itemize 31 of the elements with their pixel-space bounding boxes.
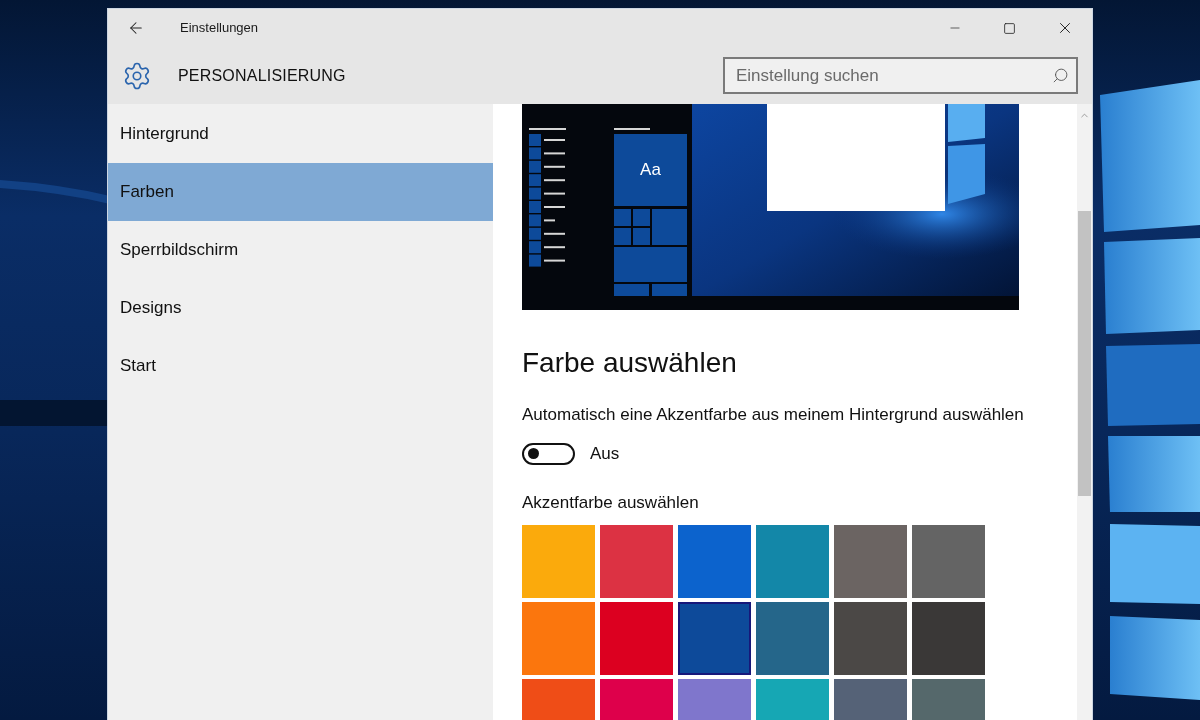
color-swatch[interactable] bbox=[678, 524, 751, 598]
color-swatch[interactable] bbox=[522, 601, 595, 675]
accent-color-label: Akzentfarbe auswählen bbox=[522, 491, 700, 514]
window-title: Einstellungen bbox=[180, 19, 259, 38]
preview-tile: Aa bbox=[614, 134, 687, 206]
color-swatch[interactable] bbox=[756, 524, 829, 598]
sidebar-item[interactable]: Start bbox=[108, 337, 493, 395]
sidebar-item[interactable]: Farben bbox=[108, 163, 493, 221]
auto-accent-toggle[interactable] bbox=[522, 442, 575, 465]
search-field[interactable]: Einstellung suchen bbox=[723, 57, 1078, 94]
color-swatch[interactable] bbox=[912, 524, 985, 598]
color-swatch[interactable] bbox=[834, 601, 907, 675]
color-swatch[interactable] bbox=[600, 601, 673, 675]
settings-icon bbox=[122, 60, 152, 91]
sidebar-item[interactable]: Designs bbox=[108, 279, 493, 337]
color-swatch[interactable] bbox=[912, 601, 985, 675]
color-swatch[interactable] bbox=[600, 524, 673, 598]
page-title: PERSONALISIERUNG bbox=[178, 65, 346, 86]
maximize-icon bbox=[1003, 21, 1016, 35]
sidebar-item[interactable]: Sperrbildschirm bbox=[108, 221, 493, 279]
color-swatch[interactable] bbox=[756, 601, 829, 675]
toggle-state-label: Aus bbox=[590, 443, 620, 465]
color-swatch[interactable] bbox=[678, 601, 751, 675]
color-swatch[interactable] bbox=[522, 524, 595, 598]
search-icon bbox=[1052, 67, 1069, 84]
sidebar-item[interactable]: Hintergrund bbox=[108, 105, 493, 163]
section-heading: Farbe auswählen bbox=[522, 346, 738, 380]
auto-accent-label: Automatisch eine Akzentfarbe aus meinem Hintergrund auswählen bbox=[522, 404, 1025, 426]
color-swatch[interactable] bbox=[834, 524, 907, 598]
toggle-knob bbox=[528, 448, 539, 460]
scrollbar-thumb[interactable] bbox=[1078, 211, 1091, 496]
